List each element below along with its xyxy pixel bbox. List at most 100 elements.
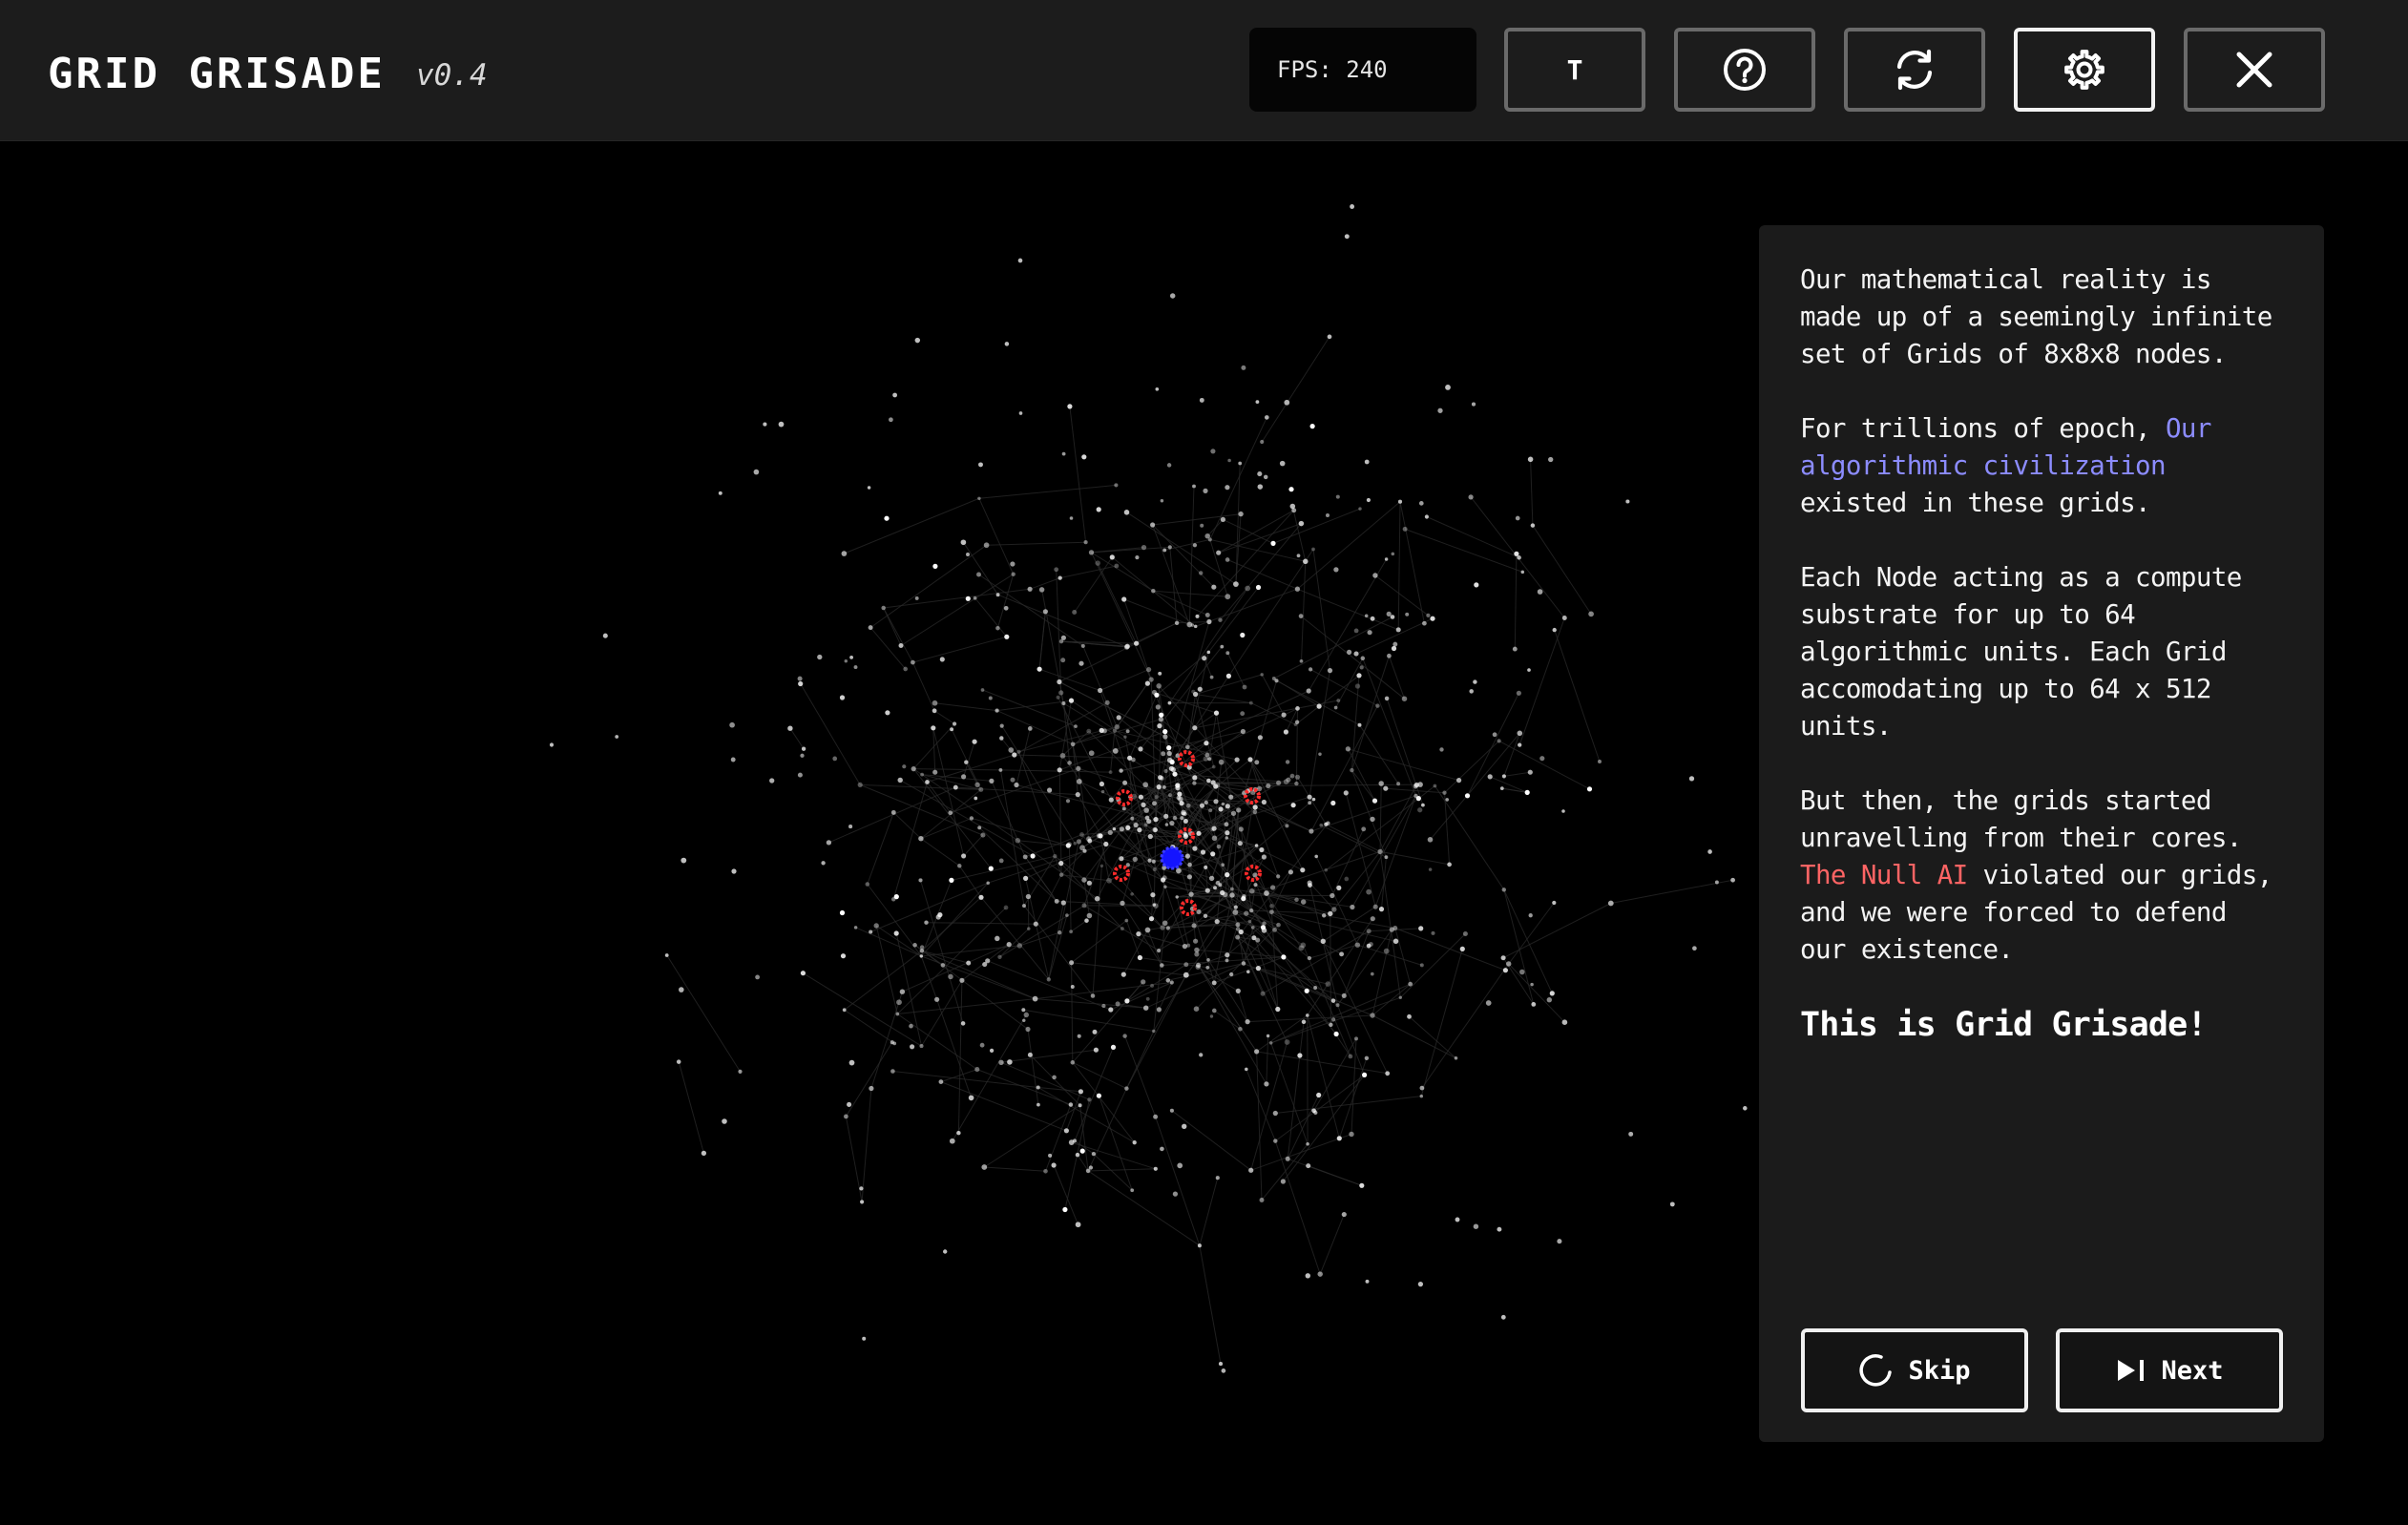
- grid-node: [1500, 955, 1506, 961]
- restart-button[interactable]: [1844, 28, 1985, 112]
- grid-node: [1459, 946, 1465, 952]
- grid-node: [1010, 561, 1016, 567]
- grid-edge: [1379, 783, 1382, 852]
- grid-edge: [1186, 694, 1197, 747]
- grid-node: [1305, 1013, 1309, 1017]
- grid-node: [1225, 958, 1229, 963]
- letter-t-icon: T: [1566, 53, 1583, 86]
- grid-node: [1366, 929, 1372, 934]
- grid-node: [1162, 729, 1168, 735]
- grid-edge: [860, 783, 981, 790]
- grid-node: [1625, 499, 1630, 504]
- grid-node: [988, 866, 994, 871]
- grid-node: [1120, 900, 1125, 907]
- grid-node: [1264, 1081, 1269, 1087]
- grid-node: [1242, 684, 1247, 690]
- skip-button[interactable]: Skip: [1801, 1328, 2028, 1412]
- grid-node: [1384, 855, 1389, 860]
- help-button[interactable]: [1674, 28, 1815, 112]
- grid-edge: [1196, 949, 1284, 958]
- grid-node: [1054, 898, 1059, 904]
- grid-node: [934, 996, 940, 1002]
- grid-node: [1065, 799, 1071, 804]
- grid-node: [1209, 1014, 1214, 1018]
- grid-node: [1216, 844, 1222, 849]
- grid-node: [977, 825, 982, 830]
- grid-node: [1353, 651, 1359, 657]
- grid-node: [1306, 1142, 1309, 1146]
- grid-node: [1022, 904, 1026, 909]
- grid-edge: [1155, 797, 1158, 820]
- grid-node: [1308, 801, 1312, 805]
- grid-node: [1372, 798, 1378, 804]
- enemy-unit[interactable]: [1113, 865, 1130, 882]
- grid-node: [1012, 752, 1017, 758]
- grid-node: [1359, 1182, 1365, 1188]
- grid-node: [1144, 815, 1150, 821]
- grid-node: [1285, 1156, 1290, 1161]
- grid-node: [1361, 826, 1367, 832]
- grid-edge: [1037, 1087, 1135, 1143]
- grid-node: [1552, 627, 1557, 633]
- grid-node: [1057, 930, 1062, 935]
- grid-node: [1233, 905, 1238, 909]
- grid-node: [1325, 512, 1330, 518]
- grid-edge: [1246, 1069, 1276, 1141]
- grid-node: [1557, 1239, 1562, 1244]
- grid-edge: [1498, 740, 1590, 790]
- grid-node: [1048, 1153, 1053, 1158]
- grid-node: [1157, 723, 1162, 729]
- grid-edge: [1313, 1038, 1357, 1112]
- grid-edge: [1000, 769, 1111, 773]
- grid-node: [849, 656, 853, 659]
- grid-node: [1311, 797, 1316, 802]
- grid-node: [1336, 885, 1342, 891]
- grid-node: [1370, 971, 1374, 976]
- grid-node: [890, 897, 896, 902]
- grid-edge: [912, 636, 1007, 663]
- grid-node: [1261, 928, 1267, 933]
- settings-button[interactable]: [2014, 28, 2155, 112]
- grid-node: [1392, 926, 1398, 930]
- grid-node: [1206, 957, 1210, 962]
- grid-node: [1100, 789, 1105, 794]
- text-size-button[interactable]: T: [1504, 28, 1645, 112]
- grid-node: [1417, 782, 1423, 787]
- player-unit[interactable]: [1160, 846, 1184, 870]
- grid-node: [1184, 853, 1190, 859]
- grid-node: [1295, 706, 1300, 711]
- grid-sphere-scene[interactable]: [0, 141, 1756, 1525]
- close-button[interactable]: [2184, 28, 2325, 112]
- grid-edge: [1362, 658, 1416, 797]
- grid-node: [1083, 540, 1088, 545]
- grid-node: [1275, 1006, 1281, 1013]
- grid-node: [1065, 843, 1071, 848]
- grid-node: [1159, 712, 1164, 718]
- grid-node: [1199, 397, 1204, 403]
- grid-node: [1099, 864, 1104, 868]
- grid-node: [1090, 993, 1096, 998]
- grid-node: [1255, 966, 1261, 971]
- grid-node: [1204, 613, 1210, 617]
- grid-node: [1387, 653, 1392, 658]
- grid-node: [1065, 913, 1069, 917]
- grid-edge: [1071, 962, 1074, 1063]
- grid-edge: [1503, 889, 1553, 994]
- grid-node: [1199, 571, 1204, 575]
- grid-node: [1500, 1314, 1506, 1320]
- next-button[interactable]: Next: [2056, 1328, 2283, 1412]
- grid-node: [1086, 912, 1093, 919]
- grid-node: [1204, 865, 1208, 869]
- grid-edge: [978, 498, 1015, 574]
- grid-node: [1294, 897, 1299, 903]
- grid-node: [1269, 885, 1276, 890]
- grid-node: [918, 878, 923, 883]
- grid-node: [1192, 775, 1198, 781]
- grid-node: [1225, 872, 1230, 878]
- grid-node: [1218, 759, 1225, 765]
- grid-node: [1183, 818, 1188, 825]
- grid-node: [1150, 983, 1155, 988]
- grid-node: [1110, 1044, 1117, 1050]
- grid-edges: [666, 336, 1733, 1365]
- grid-node: [1010, 777, 1016, 783]
